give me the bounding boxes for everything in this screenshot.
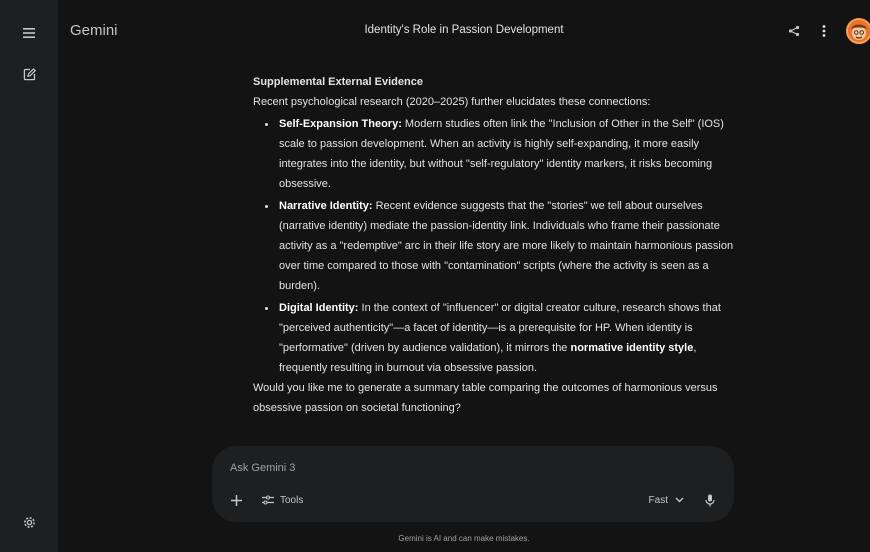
top-actions [786, 18, 870, 44]
top-bar: Gemini Identity's Role in Passion Develo… [58, 0, 870, 62]
bullet-term: Digital Identity: [279, 302, 359, 314]
followup-question: Would you like me to generate a summary … [253, 382, 718, 414]
list-item: Digital Identity: In the context of "inf… [277, 298, 735, 378]
avatar-face-icon [851, 24, 867, 40]
list-item: Self-Expansion Theory: Modern studies of… [277, 114, 735, 194]
prompt-composer: Tools Fast [212, 446, 734, 522]
tools-button[interactable]: Tools [258, 490, 307, 510]
bullet-term: Self-Expansion Theory: [279, 118, 402, 130]
tools-label: Tools [280, 494, 304, 506]
section-title: Supplemental External Evidence [253, 76, 423, 88]
response-body: Supplemental External Evidence Recent ps… [253, 72, 735, 418]
evidence-list: Self-Expansion Theory: Modern studies of… [253, 114, 735, 378]
sliders-icon [262, 495, 274, 505]
more-options-icon[interactable] [816, 23, 832, 39]
gear-icon[interactable] [21, 514, 37, 530]
hamburger-menu-icon[interactable] [21, 25, 37, 41]
intro-paragraph: Recent psychological research (2020–2025… [253, 96, 651, 108]
mode-label: Fast [648, 494, 668, 506]
app-brand[interactable]: Gemini [70, 22, 118, 39]
plus-icon[interactable] [228, 492, 244, 508]
sidebar-rail [0, 0, 58, 552]
chevron-down-icon [675, 497, 684, 503]
prompt-input[interactable] [228, 458, 712, 478]
disclaimer-text: Gemini is AI and can make mistakes. [398, 534, 530, 543]
avatar[interactable] [846, 18, 870, 44]
share-icon[interactable] [786, 23, 802, 39]
conversation-title: Identity's Role in Passion Development [364, 24, 564, 36]
microphone-icon[interactable] [702, 492, 718, 508]
new-chat-icon[interactable] [21, 66, 37, 82]
list-item: Narrative Identity: Recent evidence sugg… [277, 196, 735, 296]
bullet-emphasis: normative identity style [570, 342, 694, 354]
model-mode-dropdown[interactable]: Fast [649, 490, 684, 510]
bullet-term: Narrative Identity: [279, 200, 373, 212]
bullet-text: Recent evidence suggests that the "stori… [279, 200, 734, 292]
